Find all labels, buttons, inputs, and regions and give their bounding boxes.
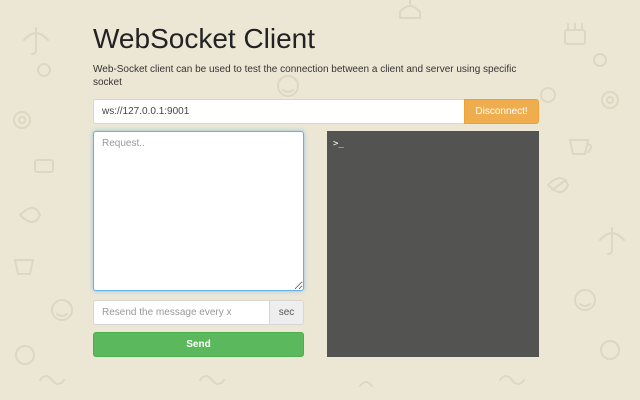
page-title: WebSocket Client bbox=[93, 23, 316, 54]
resend-interval-input[interactable] bbox=[93, 300, 269, 325]
disconnect-button[interactable]: Disconnect! bbox=[464, 99, 539, 124]
send-button[interactable]: Send bbox=[93, 332, 304, 357]
resend-interval-group: sec bbox=[93, 300, 304, 325]
connection-bar: Disconnect! bbox=[93, 99, 539, 124]
console-prompt: >_ bbox=[333, 139, 344, 149]
request-textarea[interactable] bbox=[93, 131, 304, 291]
seconds-unit-label: sec bbox=[269, 300, 304, 325]
websocket-url-input[interactable] bbox=[93, 99, 464, 124]
response-console[interactable]: >_ bbox=[327, 131, 539, 357]
page-description: Web-Socket client can be used to test th… bbox=[93, 64, 517, 88]
